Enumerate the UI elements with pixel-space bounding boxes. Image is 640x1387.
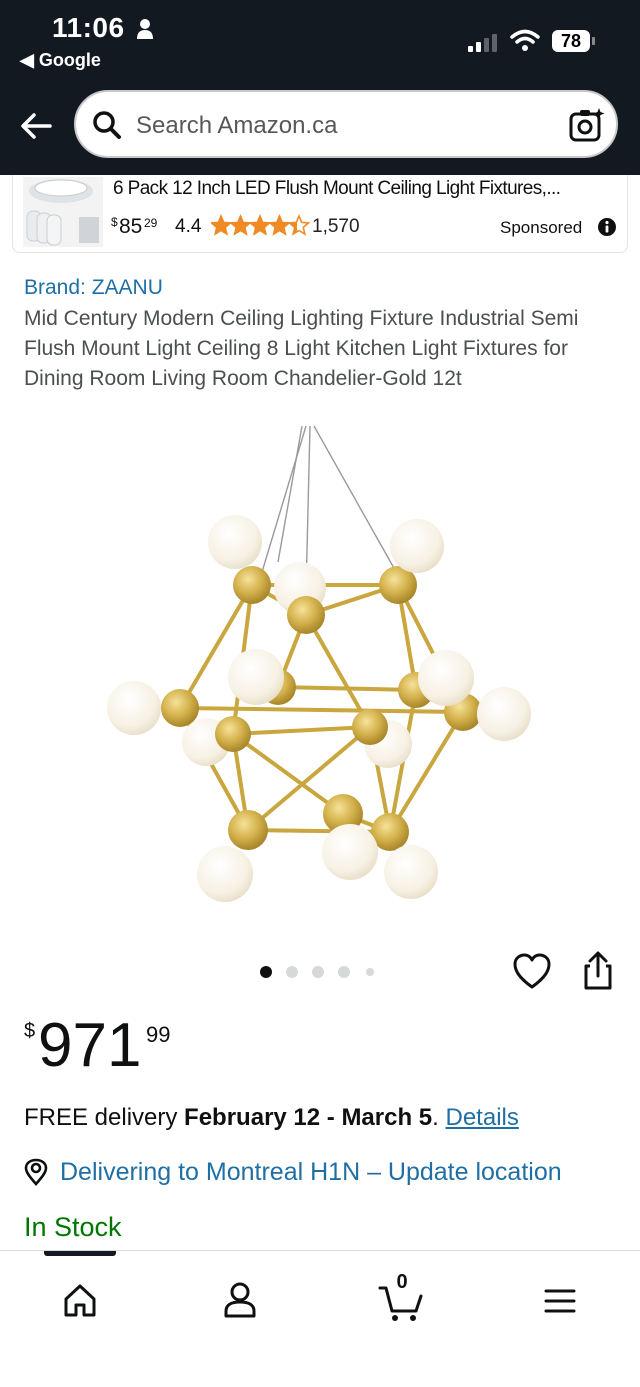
sponsored-price-fraction: 29 xyxy=(144,216,158,230)
search-input[interactable]: Search Amazon.ca xyxy=(74,90,618,158)
info-icon[interactable] xyxy=(597,217,617,237)
delivery-suffix: . xyxy=(432,1104,446,1131)
sponsored-review-count: 1,570 xyxy=(312,216,360,237)
wifi-icon xyxy=(510,29,540,51)
carousel-dot[interactable] xyxy=(312,966,324,978)
sponsored-price-whole: 85 xyxy=(119,215,143,238)
delivery-details-link[interactable]: Details xyxy=(446,1104,519,1131)
delivery-dates: February 12 - March 5 xyxy=(184,1104,433,1131)
person-icon xyxy=(137,19,153,39)
sponsored-rating: 4.4 xyxy=(175,216,202,237)
menu-icon[interactable] xyxy=(530,1271,590,1331)
heart-icon[interactable] xyxy=(512,952,552,992)
cart-button[interactable]: 0 xyxy=(372,1271,432,1331)
signal-icon xyxy=(468,34,497,52)
carousel-dot[interactable] xyxy=(286,966,298,978)
bottom-nav: 0 xyxy=(0,1250,640,1387)
delivery-prefix: FREE delivery xyxy=(24,1104,185,1131)
image-carousel-dots[interactable] xyxy=(258,962,382,980)
brand-link[interactable]: Brand: ZAANU xyxy=(24,276,163,300)
status-time: 11:06 xyxy=(52,12,125,43)
share-icon[interactable] xyxy=(578,950,618,992)
home-icon[interactable] xyxy=(50,1271,110,1331)
battery-indicator: 78 xyxy=(552,30,596,54)
delivery-location-link[interactable]: Delivering to Montreal H1N – Update loca… xyxy=(60,1158,562,1187)
price-whole: 971 xyxy=(38,1011,142,1080)
back-to-app-link[interactable]: ◀ Google xyxy=(20,50,101,71)
sponsored-product-card[interactable]: 6 Pack 12 Inch LED Flush Mount Ceiling L… xyxy=(12,175,628,253)
account-icon[interactable] xyxy=(210,1271,270,1331)
price-symbol: $ xyxy=(24,1020,36,1042)
product-image[interactable] xyxy=(88,422,552,922)
sponsored-label: Sponsored xyxy=(500,218,583,237)
carousel-dot[interactable] xyxy=(338,966,350,978)
carousel-dot[interactable] xyxy=(366,968,374,976)
carousel-dot[interactable] xyxy=(260,966,272,978)
location-pin-icon xyxy=(24,1158,48,1186)
back-arrow-icon[interactable] xyxy=(18,108,54,144)
search-icon xyxy=(93,111,121,139)
sponsored-price-symbol: $ xyxy=(111,215,118,229)
battery-level: 78 xyxy=(560,31,582,51)
stock-status: In Stock xyxy=(24,1212,122,1242)
search-placeholder: Search Amazon.ca xyxy=(136,112,338,139)
sponsored-product-image xyxy=(23,177,103,247)
price-fraction: 99 xyxy=(146,1022,171,1047)
app-header: 11:06 ◀ Google 78 Search Amazon.ca xyxy=(0,0,640,175)
cart-count: 0 xyxy=(396,1271,408,1293)
active-tab-indicator xyxy=(44,1251,116,1256)
product-title: Mid Century Modern Ceiling Lighting Fixt… xyxy=(24,307,579,390)
camera-search-icon[interactable] xyxy=(568,106,606,144)
sponsored-product-title: 6 Pack 12 Inch LED Flush Mount Ceiling L… xyxy=(113,178,561,199)
delivery-info: FREE delivery February 12 - March 5. Det… xyxy=(24,1104,519,1132)
